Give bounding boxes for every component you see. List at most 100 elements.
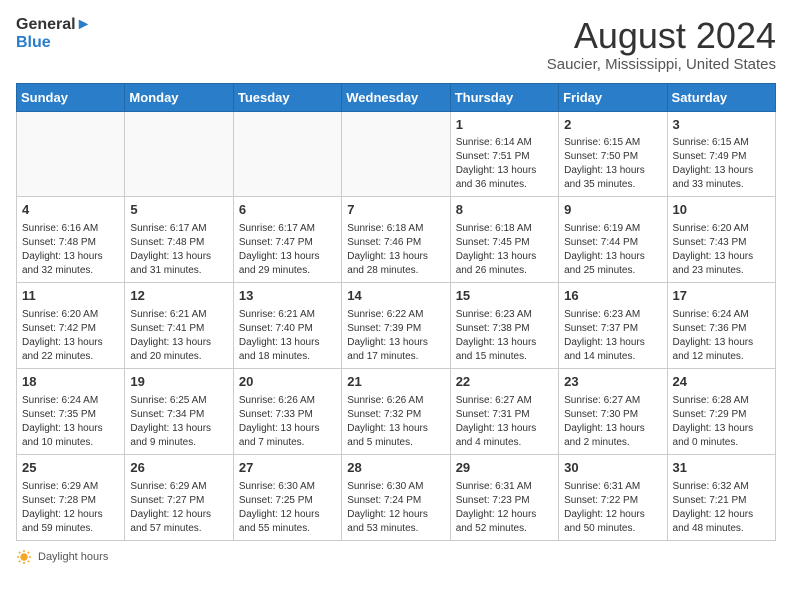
calendar-cell-w1d2: 6 Sunrise: 6:17 AM Sunset: 7:47 PM Daylig… [233,197,341,283]
calendar-cell-w0d5: 2Sunrise: 6:15 AM Sunset: 7:50 PM Daylig… [559,111,667,197]
calendar-cell-w2d2: 13Sunrise: 6:21 AM Sunset: 7:40 PM Dayli… [233,283,341,369]
day-number: 7 [347,201,444,220]
day-number: 23 [564,373,661,392]
week-row-2: 11 Sunrise: 6:20 AM Sunset: 7:42 PM Dayli… [17,283,776,369]
calendar-cell-w3d6: 24 Sunrise: 6:28 AM Sunset: 7:29 PM Dayli… [667,369,775,455]
day-info: Sunrise: 6:29 AM Sunset: 7:28 PM Dayligh… [22,480,119,536]
day-number: 1 [456,116,553,135]
day-info: Sunrise: 6:18 AM Sunset: 7:45 PM Dayligh… [456,222,553,278]
day-number: 10 [673,201,770,220]
day-info: Sunrise: 6:20 AM Sunset: 7:43 PM Dayligh… [673,222,770,278]
title-area: August 2024 Saucier, Mississippi, United… [547,16,776,73]
day-number: 17 [673,287,770,306]
day-number: 22 [456,373,553,392]
calendar-cell-w2d5: 16Sunrise: 6:23 AM Sunset: 7:37 PM Dayli… [559,283,667,369]
day-info: Sunrise: 6:22 AM Sunset: 7:39 PM Dayligh… [347,308,444,364]
day-number: 13 [239,287,336,306]
calendar-cell-w1d3: 7 Sunrise: 6:18 AM Sunset: 7:46 PM Daylig… [342,197,450,283]
calendar-cell-w3d1: 19 Sunrise: 6:25 AM Sunset: 7:34 PM Dayli… [125,369,233,455]
calendar-cell-w3d3: 21Sunrise: 6:26 AM Sunset: 7:32 PM Dayli… [342,369,450,455]
day-info: Sunrise: 6:19 AM Sunset: 7:44 PM Dayligh… [564,222,661,278]
calendar-cell-w3d0: 18 Sunrise: 6:24 AM Sunset: 7:35 PM Dayli… [17,369,125,455]
day-number: 9 [564,201,661,220]
calendar: SundayMondayTuesdayWednesdayThursdayFrid… [16,83,776,541]
month-title: August 2024 [547,16,776,56]
week-row-4: 25Sunrise: 6:29 AM Sunset: 7:28 PM Dayli… [17,454,776,540]
day-info: Sunrise: 6:23 AM Sunset: 7:37 PM Dayligh… [564,308,661,364]
weekday-header-sunday: Sunday [17,83,125,111]
daylight-hours-label: Daylight hours [38,551,108,563]
calendar-cell-w0d4: 1Sunrise: 6:14 AM Sunset: 7:51 PM Daylig… [450,111,558,197]
week-row-3: 18 Sunrise: 6:24 AM Sunset: 7:35 PM Dayli… [17,369,776,455]
day-info: Sunrise: 6:16 AM Sunset: 7:48 PM Dayligh… [22,222,119,278]
calendar-cell-w0d2 [233,111,341,197]
day-info: Sunrise: 6:24 AM Sunset: 7:36 PM Dayligh… [673,308,770,364]
calendar-cell-w4d5: 30 Sunrise: 6:31 AM Sunset: 7:22 PM Dayli… [559,454,667,540]
day-number: 20 [239,373,336,392]
day-number: 3 [673,116,770,135]
weekday-header-friday: Friday [559,83,667,111]
day-number: 28 [347,459,444,478]
day-info: Sunrise: 6:27 AM Sunset: 7:31 PM Dayligh… [456,394,553,450]
week-row-0: 1Sunrise: 6:14 AM Sunset: 7:51 PM Daylig… [17,111,776,197]
day-info: Sunrise: 6:17 AM Sunset: 7:47 PM Dayligh… [239,222,336,278]
day-number: 5 [130,201,227,220]
week-row-1: 4 Sunrise: 6:16 AM Sunset: 7:48 PM Daylig… [17,197,776,283]
day-number: 4 [22,201,119,220]
calendar-cell-w4d4: 29 Sunrise: 6:31 AM Sunset: 7:23 PM Dayli… [450,454,558,540]
day-info: Sunrise: 6:17 AM Sunset: 7:48 PM Dayligh… [130,222,227,278]
day-info: Sunrise: 6:18 AM Sunset: 7:46 PM Dayligh… [347,222,444,278]
weekday-header-thursday: Thursday [450,83,558,111]
day-number: 6 [239,201,336,220]
day-number: 29 [456,459,553,478]
day-info: Sunrise: 6:20 AM Sunset: 7:42 PM Dayligh… [22,308,119,364]
day-number: 18 [22,373,119,392]
day-info: Sunrise: 6:15 AM Sunset: 7:49 PM Dayligh… [673,136,770,192]
calendar-cell-w2d1: 12Sunrise: 6:21 AM Sunset: 7:41 PM Dayli… [125,283,233,369]
weekday-header-tuesday: Tuesday [233,83,341,111]
calendar-cell-w3d5: 23Sunrise: 6:27 AM Sunset: 7:30 PM Dayli… [559,369,667,455]
day-info: Sunrise: 6:25 AM Sunset: 7:34 PM Dayligh… [130,394,227,450]
day-number: 24 [673,373,770,392]
calendar-cell-w3d4: 22 Sunrise: 6:27 AM Sunset: 7:31 PM Dayli… [450,369,558,455]
calendar-cell-w0d3 [342,111,450,197]
day-info: Sunrise: 6:26 AM Sunset: 7:33 PM Dayligh… [239,394,336,450]
calendar-cell-w2d3: 14Sunrise: 6:22 AM Sunset: 7:39 PM Dayli… [342,283,450,369]
calendar-cell-w4d3: 28 Sunrise: 6:30 AM Sunset: 7:24 PM Dayli… [342,454,450,540]
calendar-cell-w4d1: 26Sunrise: 6:29 AM Sunset: 7:27 PM Dayli… [125,454,233,540]
calendar-cell-w4d6: 31Sunrise: 6:32 AM Sunset: 7:21 PM Dayli… [667,454,775,540]
calendar-cell-w1d0: 4 Sunrise: 6:16 AM Sunset: 7:48 PM Daylig… [17,197,125,283]
day-info: Sunrise: 6:30 AM Sunset: 7:24 PM Dayligh… [347,480,444,536]
day-info: Sunrise: 6:31 AM Sunset: 7:22 PM Dayligh… [564,480,661,536]
day-info: Sunrise: 6:30 AM Sunset: 7:25 PM Dayligh… [239,480,336,536]
header: General► Blue August 2024 Saucier, Missi… [16,16,776,73]
day-number: 26 [130,459,227,478]
day-info: Sunrise: 6:28 AM Sunset: 7:29 PM Dayligh… [673,394,770,450]
day-number: 15 [456,287,553,306]
calendar-cell-w4d0: 25Sunrise: 6:29 AM Sunset: 7:28 PM Dayli… [17,454,125,540]
day-info: Sunrise: 6:24 AM Sunset: 7:35 PM Dayligh… [22,394,119,450]
day-number: 11 [22,287,119,306]
day-info: Sunrise: 6:21 AM Sunset: 7:41 PM Dayligh… [130,308,227,364]
day-number: 30 [564,459,661,478]
day-info: Sunrise: 6:15 AM Sunset: 7:50 PM Dayligh… [564,136,661,192]
day-info: Sunrise: 6:23 AM Sunset: 7:38 PM Dayligh… [456,308,553,364]
calendar-cell-w1d6: 10 Sunrise: 6:20 AM Sunset: 7:43 PM Dayli… [667,197,775,283]
day-number: 27 [239,459,336,478]
calendar-cell-w0d1 [125,111,233,197]
day-number: 8 [456,201,553,220]
logo-text: General► Blue [16,16,91,51]
calendar-cell-w1d4: 8 Sunrise: 6:18 AM Sunset: 7:45 PM Daylig… [450,197,558,283]
sun-icon [16,549,32,565]
calendar-cell-w1d5: 9 Sunrise: 6:19 AM Sunset: 7:44 PM Daylig… [559,197,667,283]
calendar-cell-w3d2: 20 Sunrise: 6:26 AM Sunset: 7:33 PM Dayli… [233,369,341,455]
day-info: Sunrise: 6:31 AM Sunset: 7:23 PM Dayligh… [456,480,553,536]
calendar-cell-w0d0 [17,111,125,197]
day-number: 31 [673,459,770,478]
location-title: Saucier, Mississippi, United States [547,56,776,73]
day-info: Sunrise: 6:14 AM Sunset: 7:51 PM Dayligh… [456,136,553,192]
weekday-header-saturday: Saturday [667,83,775,111]
calendar-cell-w0d6: 3Sunrise: 6:15 AM Sunset: 7:49 PM Daylig… [667,111,775,197]
day-number: 19 [130,373,227,392]
calendar-cell-w4d2: 27 Sunrise: 6:30 AM Sunset: 7:25 PM Dayli… [233,454,341,540]
